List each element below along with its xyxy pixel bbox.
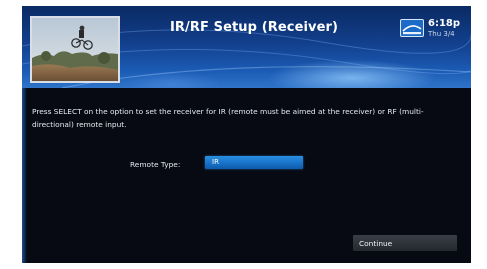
tv-logo-icon: [400, 19, 424, 37]
continue-button[interactable]: Continue: [353, 235, 457, 251]
panel-edge-glow: [22, 88, 27, 263]
remote-type-value: IR: [212, 158, 219, 166]
header-banner: IR/RF Setup (Receiver) 6:18p Thu 3/4: [22, 6, 471, 88]
program-thumbnail: [30, 16, 120, 83]
tv-screen: IR/RF Setup (Receiver) 6:18p Thu 3/4 Pre…: [22, 6, 471, 263]
bmx-rider-image: [32, 18, 118, 81]
setup-panel: Press SELECT on the option to set the re…: [22, 88, 471, 263]
page-title: IR/RF Setup (Receiver): [170, 20, 339, 35]
clock-time: 6:18p: [428, 18, 461, 29]
continue-label: Continue: [359, 239, 393, 248]
remote-type-label: Remote Type:: [130, 160, 181, 169]
instructions-text: Press SELECT on the option to set the re…: [32, 107, 424, 129]
remote-type-selector[interactable]: IR: [205, 156, 303, 169]
clock-date: Thu 3/4: [428, 30, 455, 38]
